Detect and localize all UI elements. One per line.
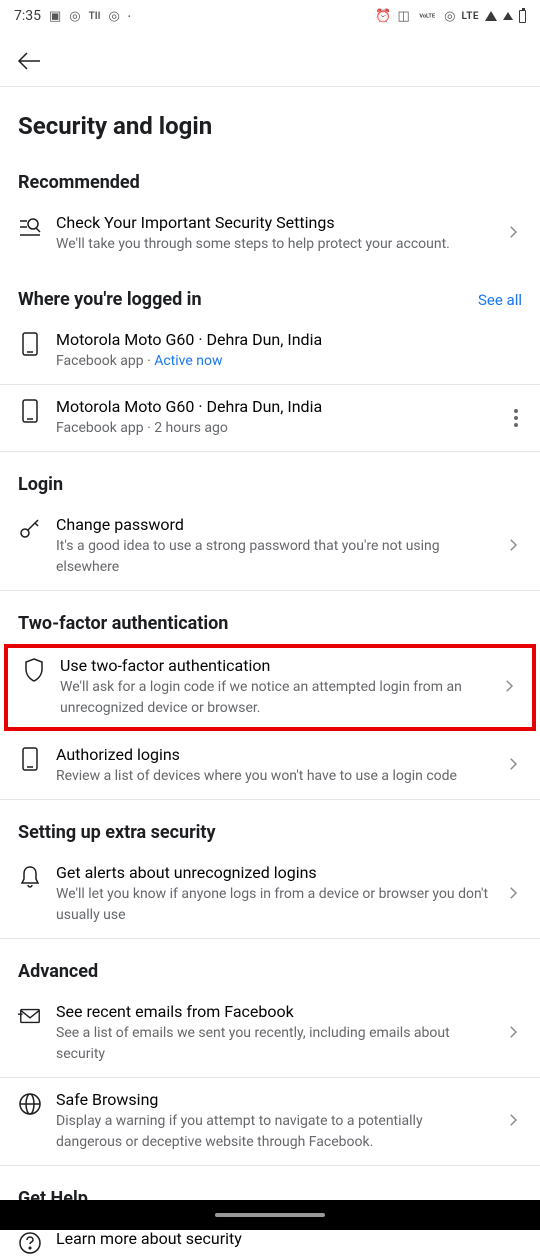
- more-options-button[interactable]: [510, 405, 522, 431]
- chevron-right-icon: [504, 223, 522, 245]
- item-subtitle: Facebook app · Active now: [56, 351, 522, 372]
- item-title: Learn more about security: [56, 1229, 522, 1248]
- app-label: Facebook app ·: [56, 353, 154, 369]
- device-session-item-2[interactable]: Motorola Moto G60 · Dehra Dun, India Fac…: [0, 384, 540, 451]
- change-password-item[interactable]: Change password It's a good idea to use …: [0, 503, 540, 590]
- status-left: 7:35 ▣ ◎ TII ◎ •: [14, 8, 131, 24]
- section-title-extra-security: Setting up extra security: [18, 822, 216, 843]
- item-subtitle: We'll let you know if anyone logs in fro…: [56, 884, 490, 926]
- status-bar: 7:35 ▣ ◎ TII ◎ • ⏰ ◫ VoLTE ◎ LTE: [0, 0, 540, 30]
- section-extra-security: Setting up extra security Get alerts abo…: [0, 800, 540, 938]
- android-nav-bar[interactable]: [0, 1200, 540, 1230]
- key-icon: [18, 517, 42, 541]
- envelope-icon: [18, 1004, 42, 1028]
- section-title-two-factor: Two-factor authentication: [18, 613, 228, 634]
- lte-indicator: LTE: [461, 11, 479, 22]
- item-title: Check Your Important Security Settings: [56, 213, 490, 232]
- item-title: Use two-factor authentication: [60, 656, 486, 675]
- hotspot-icon: ◎: [444, 9, 455, 24]
- vibrate-icon: ◫: [397, 9, 409, 24]
- check-security-settings-item[interactable]: Check Your Important Security Settings W…: [0, 201, 540, 267]
- section-advanced: Advanced See recent emails from Facebook…: [0, 939, 540, 1165]
- globe-icon: [18, 1092, 42, 1116]
- item-title: Authorized logins: [56, 745, 490, 764]
- back-button[interactable]: [16, 50, 524, 78]
- teams-icon: ▣: [49, 9, 61, 24]
- chevron-right-icon: [504, 1111, 522, 1133]
- chevron-right-icon: [504, 884, 522, 906]
- phone-icon: [18, 332, 42, 356]
- item-subtitle: Review a list of devices where you won't…: [56, 766, 490, 787]
- signal-icon-1: [485, 11, 497, 21]
- nav-pill-icon: [215, 1213, 325, 1217]
- more-vert-icon: [510, 405, 522, 431]
- section-recommended: Recommended Check Your Important Securit…: [0, 150, 540, 267]
- instagram-icon: ◎: [69, 9, 80, 24]
- item-title: Motorola Moto G60 · Dehra Dun, India: [56, 330, 522, 349]
- see-all-link[interactable]: See all: [478, 291, 522, 309]
- item-subtitle: It's a good idea to use a strong passwor…: [56, 536, 490, 578]
- shield-icon: [22, 658, 46, 682]
- section-title-login: Login: [18, 474, 63, 495]
- section-title-recommended: Recommended: [18, 172, 140, 193]
- item-title: Safe Browsing: [56, 1090, 490, 1109]
- section-two-factor: Two-factor authentication Use two-factor…: [0, 591, 540, 799]
- item-title: Change password: [56, 515, 490, 534]
- item-title: Get alerts about unrecognized logins: [56, 863, 490, 882]
- item-subtitle: Display a warning if you attempt to navi…: [56, 1111, 490, 1153]
- active-status: Active now: [154, 353, 222, 369]
- chevron-right-icon: [504, 755, 522, 777]
- item-subtitle: See a list of emails we sent you recentl…: [56, 1023, 490, 1065]
- section-login: Login Change password It's a good idea t…: [0, 452, 540, 590]
- header: [0, 30, 540, 86]
- phone-icon: [18, 747, 42, 771]
- safe-browsing-item[interactable]: Safe Browsing Display a warning if you a…: [0, 1077, 540, 1165]
- status-time: 7:35: [14, 8, 41, 24]
- section-title-logged-in: Where you're logged in: [18, 289, 202, 310]
- phone-icon: [18, 399, 42, 423]
- use-two-factor-item[interactable]: Use two-factor authentication We'll ask …: [8, 648, 532, 727]
- highlighted-two-factor-item: Use two-factor authentication We'll ask …: [4, 644, 536, 731]
- recent-emails-item[interactable]: See recent emails from Facebook See a li…: [0, 990, 540, 1077]
- authorized-logins-item[interactable]: Authorized logins Review a list of devic…: [0, 733, 540, 799]
- section-logged-in: Where you're logged in See all Motorola …: [0, 267, 540, 451]
- question-icon: [18, 1231, 42, 1255]
- item-title: See recent emails from Facebook: [56, 1002, 490, 1021]
- item-subtitle: Facebook app · 2 hours ago: [56, 418, 496, 439]
- get-alerts-item[interactable]: Get alerts about unrecognized logins We'…: [0, 851, 540, 938]
- item-title: Motorola Moto G60 · Dehra Dun, India: [56, 397, 496, 416]
- section-title-advanced: Advanced: [18, 961, 98, 982]
- bell-icon: [18, 865, 42, 889]
- dot-icon: •: [128, 12, 131, 21]
- signal-icon-2: [503, 12, 513, 20]
- alarm-icon: ⏰: [375, 9, 391, 24]
- item-subtitle: We'll take you through some steps to hel…: [56, 234, 490, 255]
- battery-icon: [519, 10, 526, 23]
- chevron-right-icon: [504, 1023, 522, 1045]
- item-subtitle: We'll ask for a login code if we notice …: [60, 677, 486, 719]
- text-notif-icon: TII: [89, 11, 101, 22]
- device-session-item-1[interactable]: Motorola Moto G60 · Dehra Dun, India Fac…: [0, 318, 540, 384]
- security-check-icon: [18, 215, 42, 239]
- page-title: Security and login: [0, 87, 540, 150]
- chevron-right-icon: [500, 677, 518, 699]
- volte-icon: VoLTE: [419, 13, 435, 19]
- chevron-right-icon: [504, 536, 522, 558]
- instagram-icon-2: ◎: [109, 9, 120, 24]
- status-right: ⏰ ◫ VoLTE ◎ LTE: [375, 9, 526, 24]
